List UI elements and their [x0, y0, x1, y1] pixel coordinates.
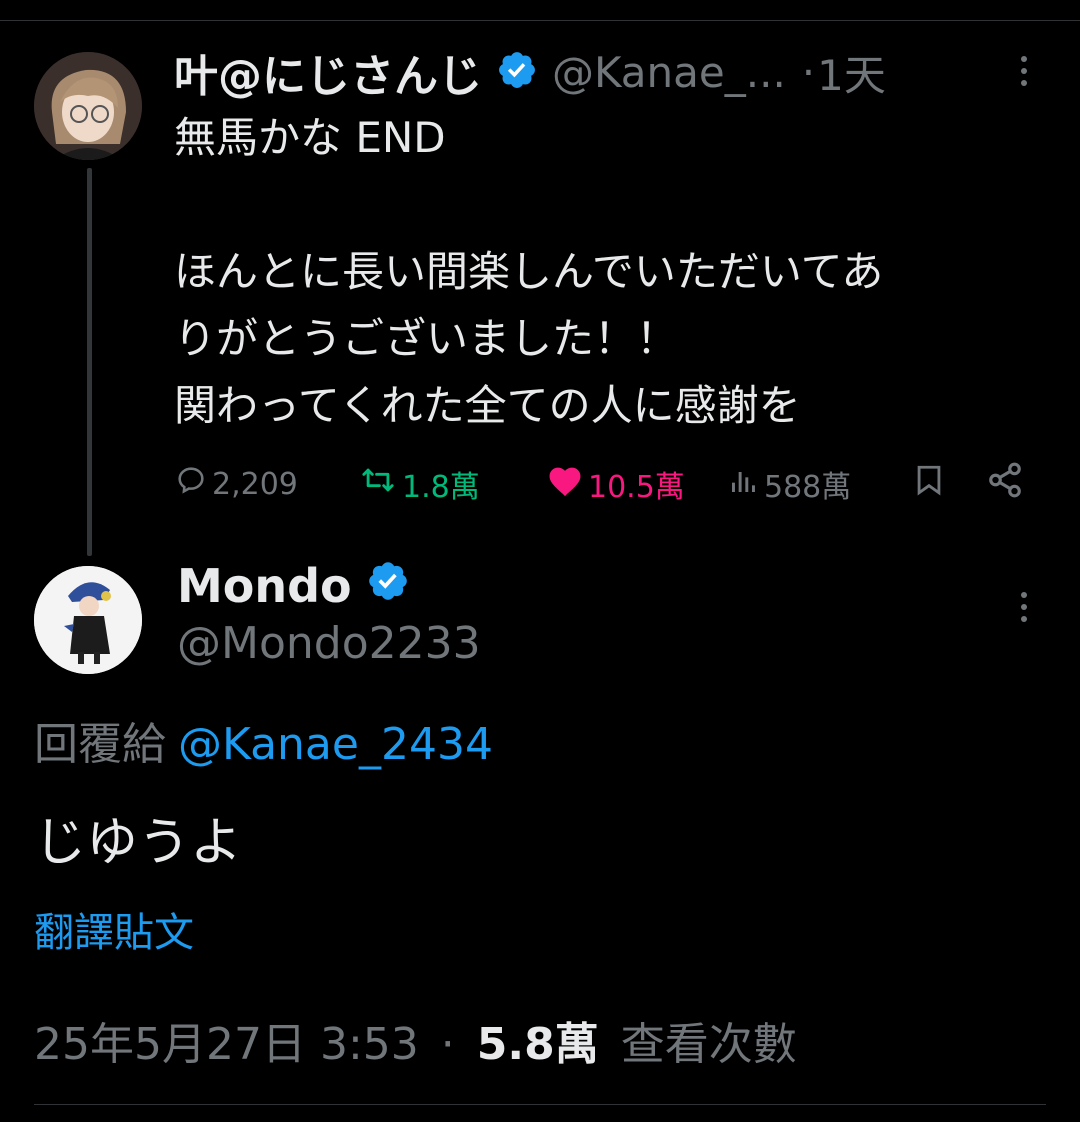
tweet-meta: 25年5月27日 3:53 · 5.8萬 查看次數	[34, 1008, 797, 1072]
reply-icon	[174, 463, 212, 505]
top-divider	[0, 20, 1080, 21]
avatar-kanae[interactable]	[34, 52, 142, 160]
separator-dot: ·	[801, 47, 816, 97]
views-icon	[728, 463, 764, 505]
reply-mention-link[interactable]: @Kanae_2434	[178, 719, 493, 770]
reply-author-name[interactable]: Mondo	[177, 559, 352, 613]
reply-prefix: 回覆給	[34, 719, 166, 770]
retweet-count: 1.8萬	[402, 470, 480, 505]
thread-connector-line	[87, 168, 92, 556]
tweet-line: 無馬かな END	[174, 113, 446, 162]
reply-author-row: Mondo	[177, 556, 410, 616]
verified-badge-icon	[366, 559, 410, 614]
views-button[interactable]: 588萬	[728, 458, 851, 510]
views-label: 查看次數	[620, 1019, 797, 1070]
tweet-time[interactable]: 1天	[817, 42, 886, 103]
tweet-actions-bar: 2,209 1.8萬 10.5萬 588萬	[174, 458, 1034, 510]
bookmark-button[interactable]	[912, 458, 950, 510]
translate-post-link[interactable]: 翻譯貼文	[34, 900, 194, 958]
retweet-button[interactable]: 1.8萬	[358, 458, 480, 510]
share-button[interactable]	[986, 458, 1028, 510]
reply-text: じゆうよ	[34, 813, 243, 873]
verified-badge-icon	[496, 49, 538, 95]
author-name[interactable]: 叶@にじさんじ	[174, 40, 482, 104]
tweet-line: ほんとに長い間楽しんでいただいてあ	[174, 247, 884, 296]
separator-dot: ·	[440, 1019, 455, 1070]
author-handle[interactable]: @Kanae_...	[552, 48, 786, 97]
more-icon[interactable]	[1020, 56, 1028, 86]
like-icon	[546, 463, 588, 505]
tweet-line: りがとうございました！！	[174, 314, 679, 363]
reply-author-handle[interactable]: @Mondo2233	[177, 618, 481, 669]
tweet-timestamp[interactable]: 25年5月27日 3:53	[34, 1019, 419, 1070]
tweet-text: 無馬かな END ほんとに長い間楽しんでいただいてあ りがとうございました！！ …	[174, 104, 1054, 439]
reply-button[interactable]: 2,209	[174, 458, 298, 510]
like-button[interactable]: 10.5萬	[546, 458, 685, 510]
views-count: 588萬	[764, 470, 852, 505]
bottom-divider	[34, 1104, 1046, 1105]
reply-count: 2,209	[212, 466, 298, 502]
tweet-line: 関わってくれた全ての人に感謝を	[174, 381, 801, 430]
reply-to-line: 回覆給 @Kanae_2434	[34, 708, 493, 772]
like-count: 10.5萬	[588, 470, 685, 505]
tweet-line	[174, 171, 1054, 238]
views-count: 5.8萬	[476, 1019, 599, 1070]
more-icon[interactable]	[1020, 592, 1028, 622]
bookmark-icon	[912, 461, 950, 507]
share-icon	[986, 461, 1028, 507]
retweet-icon	[358, 463, 402, 505]
avatar-mondo[interactable]	[34, 566, 142, 674]
tweet-header: 叶@にじさんじ @Kanae_... · 1天	[174, 40, 886, 104]
